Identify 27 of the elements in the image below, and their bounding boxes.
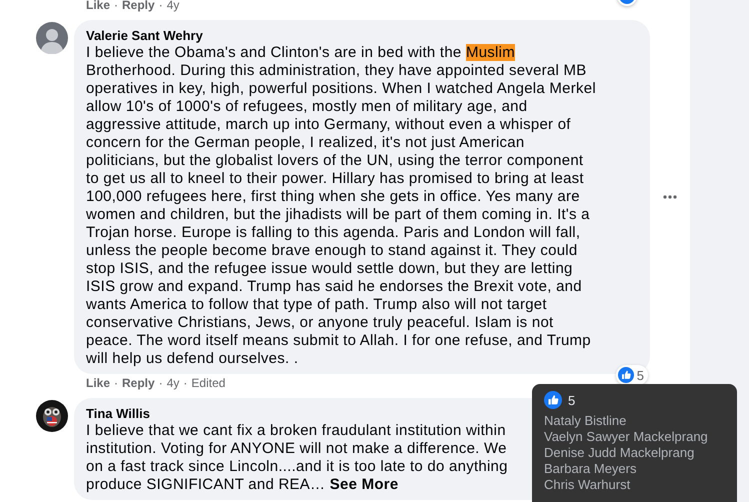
- reactor-name: Chris Warhurst: [544, 477, 630, 493]
- action-link[interactable]: Reply: [122, 376, 155, 390]
- separator-dot: ·: [158, 376, 164, 390]
- comment-meta: 4y: [166, 376, 180, 390]
- more-options-icon[interactable]: [663, 195, 677, 199]
- separator-dot: ·: [182, 376, 188, 390]
- author-name[interactable]: Valerie Sant Wehry: [86, 28, 638, 44]
- reactor-name: Vaelyn Sawyer Mackelprang: [544, 429, 708, 445]
- reactor-name: Nataly Bistline: [544, 413, 626, 429]
- comment-text: I believe the Obama's and Clinton's are in bed with the Muslim Brotherhood. During this administration, they have appointed several MB operatives in key, high, powerful positions. When I watched Angela Merkel allow 10's of 1000's of refugees, mostly men of military age, and aggressive attitude, march up into Germany, without even a whisper of concern for the German people, I realized, it's not just American politicians, but the globalist lovers of the UN, using the terror component to get us all to kneel to their power. Hillary has promised to bring at least 100,000 refugees here, first thing when she gets in office. Yes many are women and children, but the jihadists will be part of them coming in. It's a Trojan horse. Europe is falling to this agenda. Paris and London will fall, unless the people become brave enough to stand against it. They could stop ISIS, and the refugee issue would settle down, but they are letting ISIS grow and expand. Trump has said he endorses the Brexit vote, and wants America to follow that type of path. Trump also will not target conservative Christians, Jews, or anyone truly peaceful. Islam is not peace. The word itself means submit to Allah. I for one refuse, and Trump will help us defend ourselves. .: [86, 44, 597, 368]
- reaction-count: 5: [568, 392, 576, 408]
- see-more-link[interactable]: See More: [330, 476, 398, 493]
- reaction-badge[interactable]: 5: [616, 365, 648, 385]
- owl-avatar-icon[interactable]: [36, 400, 68, 432]
- comment-meta: Edited: [191, 376, 226, 390]
- reactor-name: Barbara Meyers: [544, 461, 636, 477]
- action-link[interactable]: Reply: [122, 0, 155, 12]
- action-link[interactable]: Like: [86, 0, 110, 12]
- action-link[interactable]: Like: [86, 376, 110, 390]
- separator-dot: ·: [113, 0, 120, 12]
- separator-dot: ·: [113, 376, 120, 390]
- like-icon: [618, 367, 634, 383]
- avatar-icon[interactable]: [36, 22, 68, 54]
- like-icon: [544, 391, 562, 409]
- reactor-name: Denise Judd Mackelprang: [544, 445, 694, 461]
- comment-meta: 4y: [166, 0, 180, 12]
- separator-dot: ·: [158, 0, 164, 12]
